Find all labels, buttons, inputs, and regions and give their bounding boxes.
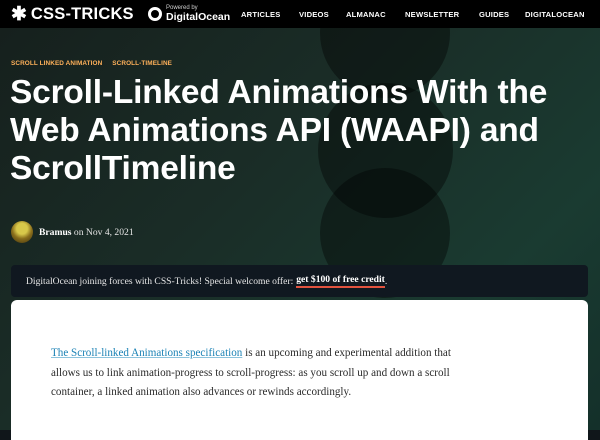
date-prefix: on — [73, 226, 84, 238]
intro-paragraph: The Scroll-linked Animations specificati… — [51, 344, 471, 403]
main-nav: ARTICLES VIDEOS ALMANAC NEWSLETTER GUIDE… — [0, 0, 600, 28]
article-title: Scroll-Linked Animations With the Web An… — [10, 74, 548, 187]
article-body: The Scroll-linked Animations specificati… — [11, 300, 588, 440]
top-navigation-bar: ✱ CSS-TRICKS Powered by DigitalOcean ART… — [0, 0, 600, 28]
publish-date: Nov 4, 2021 — [85, 226, 134, 238]
author-avatar[interactable] — [11, 221, 33, 243]
nav-videos[interactable]: VIDEOS — [299, 10, 329, 19]
spec-link[interactable]: The Scroll-linked Animations specificati… — [51, 347, 242, 359]
tag-list: SCROLL LINKED ANIMATION SCROLL-TIMELINE — [11, 60, 182, 67]
nav-almanac[interactable]: ALMANAC — [346, 10, 386, 19]
promo-end: . — [384, 275, 388, 287]
nav-digitalocean[interactable]: DIGITALOCEAN — [525, 10, 585, 19]
nav-guides[interactable]: GUIDES — [479, 10, 509, 19]
promo-banner: DigitalOcean joining forces with CSS-Tri… — [11, 265, 588, 297]
promo-credit-link[interactable]: get $100 of free credit — [296, 274, 385, 288]
author-name[interactable]: Bramus — [39, 227, 72, 238]
nav-newsletter[interactable]: NEWSLETTER — [405, 10, 459, 19]
nav-articles[interactable]: ARTICLES — [241, 10, 281, 19]
byline: Bramus on Nov 4, 2021 — [11, 221, 134, 243]
tag-scroll-linked-animation[interactable]: SCROLL LINKED ANIMATION — [11, 60, 102, 67]
promo-text: DigitalOcean joining forces with CSS-Tri… — [26, 275, 294, 287]
tag-scroll-timeline[interactable]: SCROLL-TIMELINE — [112, 60, 172, 67]
